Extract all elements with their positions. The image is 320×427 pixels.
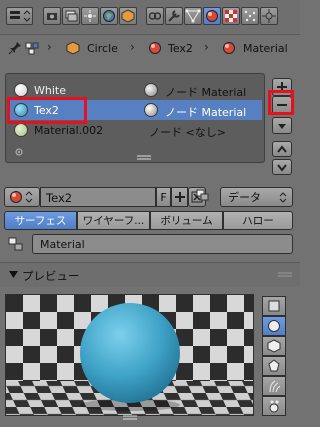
material-icon	[148, 41, 162, 58]
properties-header	[0, 0, 300, 35]
tab-wire[interactable]: ワイヤーフ...	[77, 211, 150, 230]
highlight-box	[7, 97, 87, 124]
node-material-icon	[144, 83, 158, 97]
breadcrumb-object: Circle	[87, 42, 118, 55]
modifiers-icon[interactable]	[165, 7, 183, 25]
particles-icon[interactable]	[241, 7, 259, 25]
move-down-button[interactable]	[272, 159, 292, 175]
tab-label: ボリューム	[160, 215, 213, 227]
material-name-field[interactable]: Tex2	[40, 187, 156, 207]
breadcrumb: › Circle › Tex2 › Material	[0, 35, 300, 63]
link-mode-value: データ	[228, 191, 261, 204]
preview-plane-button[interactable]	[262, 296, 286, 316]
fake-user-button[interactable]: F	[156, 187, 171, 207]
texture-icon[interactable]	[222, 7, 240, 25]
object-icon[interactable]	[119, 7, 137, 25]
preview-hair-button[interactable]	[262, 376, 286, 396]
tab-halo[interactable]: ハロー	[223, 211, 293, 230]
render-icon[interactable]	[43, 7, 61, 25]
collapse-triangle-icon[interactable]	[9, 271, 18, 279]
tab-label: サーフェス	[14, 215, 67, 227]
link-icon[interactable]	[194, 185, 212, 205]
scene-data-icon	[25, 41, 43, 58]
material-sphere	[80, 303, 180, 403]
editor-type-icon[interactable]	[6, 7, 33, 25]
tab-volume[interactable]: ボリューム	[150, 211, 223, 230]
preview-monkey-button[interactable]	[262, 356, 286, 376]
material-ball-icon	[14, 83, 28, 97]
list-filter-icon[interactable]	[14, 147, 24, 160]
fake-user-label: F	[160, 190, 167, 204]
breadcrumb-separator: ›	[130, 40, 135, 54]
breadcrumb-material: Tex2	[168, 42, 193, 55]
node-label: ノード Material	[165, 86, 247, 99]
object-icon	[66, 41, 80, 58]
material-name-value: Tex2	[46, 191, 73, 205]
preview-title: プレビュー	[22, 269, 80, 283]
tab-surface[interactable]: サーフェス	[4, 211, 77, 230]
node-tree-icon	[8, 236, 24, 255]
breadcrumb-separator: ›	[47, 40, 52, 54]
preview-panel-header[interactable]: プレビュー	[0, 262, 300, 287]
material-preview	[5, 294, 254, 416]
material-browse-button[interactable]	[4, 187, 40, 207]
constraints-icon[interactable]	[146, 7, 164, 25]
specials-menu-button[interactable]	[272, 117, 292, 134]
world-icon[interactable]	[100, 7, 118, 25]
material-icon[interactable]	[203, 7, 221, 25]
node-label: ノード Material	[165, 106, 247, 119]
preview-sky-button[interactable]	[262, 396, 286, 416]
link-mode-select[interactable]: データ	[220, 187, 293, 207]
slot-name: Material.002	[34, 124, 104, 137]
render-layers-icon[interactable]	[62, 7, 80, 25]
node-material-field[interactable]: Material	[32, 234, 293, 254]
scene-icon[interactable]	[81, 7, 99, 25]
breadcrumb-separator: ›	[204, 40, 209, 54]
tab-label: ハロー	[242, 215, 274, 227]
node-material-icon	[144, 103, 158, 117]
breadcrumb-context: Material	[243, 42, 288, 55]
slot-name: White	[34, 84, 66, 97]
preview-sphere-button[interactable]	[262, 316, 286, 336]
preview-cube-button[interactable]	[262, 336, 286, 356]
tab-label: ワイヤーフ...	[82, 215, 145, 227]
panel-drag-grip[interactable]	[278, 272, 292, 278]
highlight-box	[268, 90, 294, 115]
move-up-button[interactable]	[272, 141, 292, 157]
physics-icon[interactable]	[260, 7, 278, 25]
material-context-icon	[222, 41, 236, 58]
node-material-value: Material	[40, 238, 85, 251]
node-label: ノード <なし>	[149, 126, 226, 139]
material-ball-icon	[14, 123, 28, 137]
preview-render	[6, 295, 253, 415]
pin-icon[interactable]	[8, 41, 22, 58]
list-resize-grip[interactable]	[137, 151, 151, 164]
data-icon[interactable]	[184, 7, 202, 25]
preview-resize-grip[interactable]	[123, 411, 137, 424]
new-material-button[interactable]	[171, 187, 188, 207]
